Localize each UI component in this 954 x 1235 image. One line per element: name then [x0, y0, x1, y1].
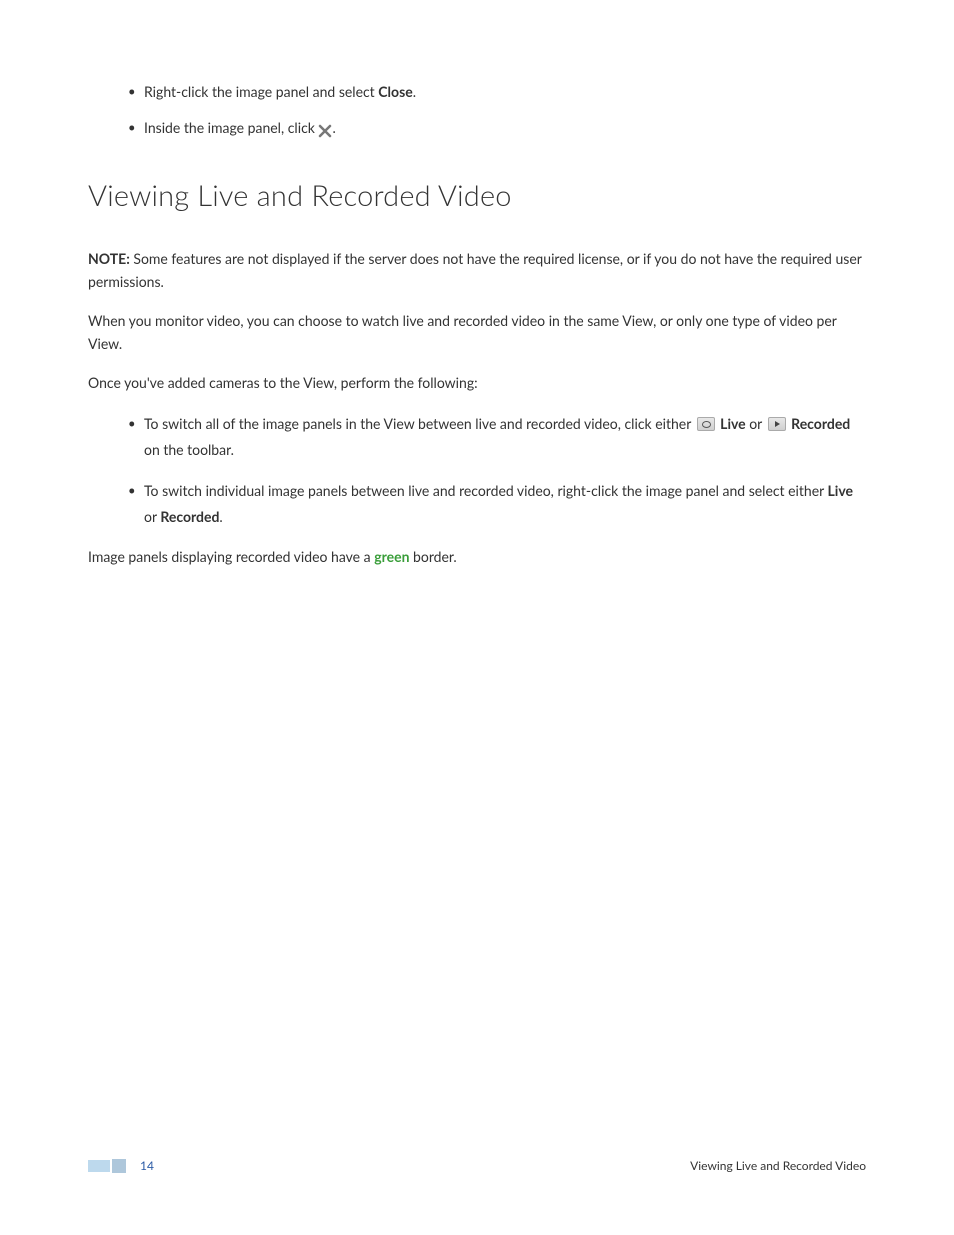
green-text: green	[374, 548, 409, 565]
text: or	[746, 415, 766, 432]
page-number: 14	[140, 1157, 154, 1175]
page-footer: 14 Viewing Live and Recorded Video	[88, 1157, 866, 1175]
text: To switch individual image panels betwee…	[144, 482, 828, 499]
body-paragraph: When you monitor video, you can choose t…	[88, 309, 866, 355]
close-icon	[318, 121, 332, 135]
list-item: Inside the image panel, click .	[128, 116, 866, 140]
list-item: Right-click the image panel and select C…	[128, 80, 866, 104]
text: Right-click the image panel and select	[144, 83, 378, 100]
text: Inside the image panel, click	[144, 119, 318, 136]
play-icon	[768, 417, 786, 431]
eye-icon	[697, 417, 715, 431]
text: Image panels displaying recorded video h…	[88, 548, 374, 565]
bold-text: Live	[828, 482, 853, 499]
text: or	[144, 508, 160, 525]
text: .	[219, 508, 222, 525]
bold-text: Close	[378, 83, 412, 100]
body-paragraph: Image panels displaying recorded video h…	[88, 545, 866, 568]
footer-decoration	[112, 1159, 126, 1173]
list-item: To switch individual image panels betwee…	[128, 478, 866, 531]
text: .	[413, 83, 416, 100]
note-text: Some features are not displayed if the s…	[88, 250, 862, 290]
text: on the toolbar.	[144, 441, 234, 458]
instruction-list: To switch all of the image panels in the…	[128, 411, 866, 531]
footer-title: Viewing Live and Recorded Video	[690, 1157, 866, 1175]
note-label: NOTE:	[88, 250, 130, 267]
note-paragraph: NOTE: Some features are not displayed if…	[88, 247, 866, 293]
text: .	[332, 119, 335, 136]
section-heading: Viewing Live and Recorded Video	[88, 174, 866, 218]
text: To switch all of the image panels in the…	[144, 415, 695, 432]
top-bullet-list: Right-click the image panel and select C…	[128, 80, 866, 140]
footer-decoration	[88, 1160, 110, 1172]
footer-left: 14	[88, 1157, 154, 1175]
bold-text: Recorded	[160, 508, 219, 525]
body-paragraph: Once you've added cameras to the View, p…	[88, 371, 866, 394]
bold-text: Recorded	[791, 415, 850, 432]
list-item: To switch all of the image panels in the…	[128, 411, 866, 464]
bold-text: Live	[720, 415, 745, 432]
text: border.	[409, 548, 456, 565]
